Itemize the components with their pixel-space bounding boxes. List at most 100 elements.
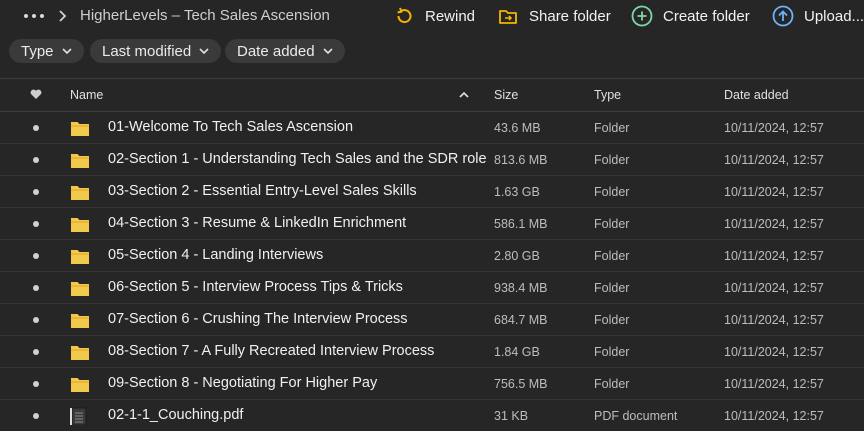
row-date-added: 10/11/2024, 12:57 (724, 313, 824, 327)
folder-icon (71, 282, 89, 296)
share-folder-button[interactable]: Share folder (497, 4, 611, 28)
filter-type-chip[interactable]: Type (9, 39, 84, 63)
row-type: Folder (594, 313, 630, 327)
breadcrumb-title[interactable]: HigherLevels – Tech Sales Ascension (80, 7, 330, 24)
row-bullet (33, 317, 39, 323)
rewind-label: Rewind (425, 7, 476, 25)
table-row[interactable]: 05-Section 4 - Landing Interviews 2.80 GB… (0, 240, 864, 272)
column-header-size[interactable]: Size (494, 88, 518, 102)
folder-icon (71, 154, 89, 168)
rewind-button[interactable]: Rewind (393, 4, 475, 28)
chevron-down-icon (199, 48, 209, 55)
row-type: Folder (594, 249, 630, 263)
row-bullet (33, 221, 39, 227)
create-folder-button[interactable]: Create folder (631, 4, 750, 28)
more-options-icon[interactable] (24, 8, 44, 24)
filter-last-modified-chip[interactable]: Last modified (90, 39, 222, 63)
chevron-down-icon (61, 48, 72, 55)
row-name: 06-Section 5 - Interview Process Tips & … (108, 279, 403, 295)
row-bullet (33, 125, 39, 131)
row-type: Folder (594, 281, 630, 295)
row-size: 586.1 MB (494, 217, 548, 231)
chevron-right-icon (59, 10, 67, 22)
row-bullet (33, 253, 39, 259)
row-size: 1.63 GB (494, 185, 540, 199)
row-bullet (33, 157, 39, 163)
row-type: Folder (594, 153, 630, 167)
share-folder-icon (497, 5, 519, 27)
row-size: 938.4 MB (494, 281, 548, 295)
row-date-added: 10/11/2024, 12:57 (724, 249, 824, 263)
heart-icon[interactable] (30, 89, 42, 100)
row-date-added: 10/11/2024, 12:57 (724, 121, 824, 135)
filter-date-added-label: Date added (237, 42, 315, 60)
folder-icon (71, 314, 89, 328)
plus-circle-icon (631, 5, 653, 27)
row-date-added: 10/11/2024, 12:57 (724, 377, 824, 391)
chevron-down-icon (323, 48, 333, 55)
row-size: 813.6 MB (494, 153, 548, 167)
row-name: 02-Section 1 - Understanding Tech Sales … (108, 151, 487, 167)
sort-ascending-icon[interactable] (459, 91, 469, 99)
column-header-name[interactable]: Name (70, 88, 103, 102)
column-header-type[interactable]: Type (594, 88, 621, 102)
row-name: 04-Section 3 - Resume & LinkedIn Enrichm… (108, 215, 407, 231)
filter-type-label: Type (21, 42, 54, 60)
row-size: 2.80 GB (494, 249, 540, 263)
table-row[interactable]: 06-Section 5 - Interview Process Tips & … (0, 272, 864, 304)
table-row[interactable]: 04-Section 3 - Resume & LinkedIn Enrichm… (0, 208, 864, 240)
row-date-added: 10/11/2024, 12:57 (724, 281, 824, 295)
share-folder-label: Share folder (529, 7, 611, 25)
row-size: 43.6 MB (494, 121, 541, 135)
row-bullet (33, 189, 39, 195)
upload-button[interactable]: Upload... (772, 4, 864, 28)
column-header-date-added[interactable]: Date added (724, 88, 789, 102)
row-size: 756.5 MB (494, 377, 548, 391)
table-row[interactable]: 09-Section 8 - Negotiating For Higher Pa… (0, 368, 864, 400)
table-header: Name Size Type Date added (0, 78, 864, 112)
folder-icon (71, 346, 89, 360)
row-name: 05-Section 4 - Landing Interviews (108, 247, 324, 263)
upload-label: Upload... (804, 7, 864, 25)
row-name: 08-Section 7 - A Fully Recreated Intervi… (108, 343, 435, 359)
row-name: 02-1-1_Couching.pdf (108, 407, 244, 423)
row-size: 1.84 GB (494, 345, 540, 359)
table-row[interactable]: 08-Section 7 - A Fully Recreated Intervi… (0, 336, 864, 368)
row-type: Folder (594, 185, 630, 199)
folder-icon (71, 218, 89, 232)
row-date-added: 10/11/2024, 12:57 (724, 217, 824, 231)
row-bullet (33, 413, 39, 419)
table-row[interactable]: 02-Section 1 - Understanding Tech Sales … (0, 144, 864, 176)
row-bullet (33, 285, 39, 291)
rewind-icon (393, 5, 415, 27)
folder-icon (71, 122, 89, 136)
row-type: PDF document (594, 409, 678, 423)
row-type: Folder (594, 121, 630, 135)
table-row[interactable]: 07-Section 6 - Crushing The Interview Pr… (0, 304, 864, 336)
upload-circle-icon (772, 5, 794, 27)
row-bullet (33, 381, 39, 387)
row-type: Folder (594, 345, 630, 359)
row-size: 31 KB (494, 409, 529, 423)
row-date-added: 10/11/2024, 12:57 (724, 345, 824, 359)
top-bar: HigherLevels – Tech Sales Ascension Rewi… (0, 0, 864, 32)
folder-icon (71, 186, 89, 200)
folder-icon (71, 378, 89, 392)
row-name: 01-Welcome To Tech Sales Ascension (108, 119, 354, 135)
row-date-added: 10/11/2024, 12:57 (724, 185, 824, 199)
create-folder-label: Create folder (663, 7, 750, 25)
row-name: 09-Section 8 - Negotiating For Higher Pa… (108, 375, 378, 391)
filter-date-added-chip[interactable]: Date added (225, 39, 345, 63)
row-date-added: 10/11/2024, 12:57 (724, 409, 824, 423)
row-name: 07-Section 6 - Crushing The Interview Pr… (108, 311, 408, 327)
pdf-file-icon (70, 407, 87, 425)
row-name: 03-Section 2 - Essential Entry-Level Sal… (108, 183, 417, 199)
row-size: 684.7 MB (494, 313, 548, 327)
table-row[interactable]: 03-Section 2 - Essential Entry-Level Sal… (0, 176, 864, 208)
row-date-added: 10/11/2024, 12:57 (724, 153, 824, 167)
table-row[interactable]: 01-Welcome To Tech Sales Ascension 43.6 M… (0, 112, 864, 144)
row-type: Folder (594, 377, 630, 391)
row-type: Folder (594, 217, 630, 231)
table-row[interactable]: 02-1-1_Couching.pdf 31 KB PDF document 10/1… (0, 400, 864, 431)
row-bullet (33, 349, 39, 355)
